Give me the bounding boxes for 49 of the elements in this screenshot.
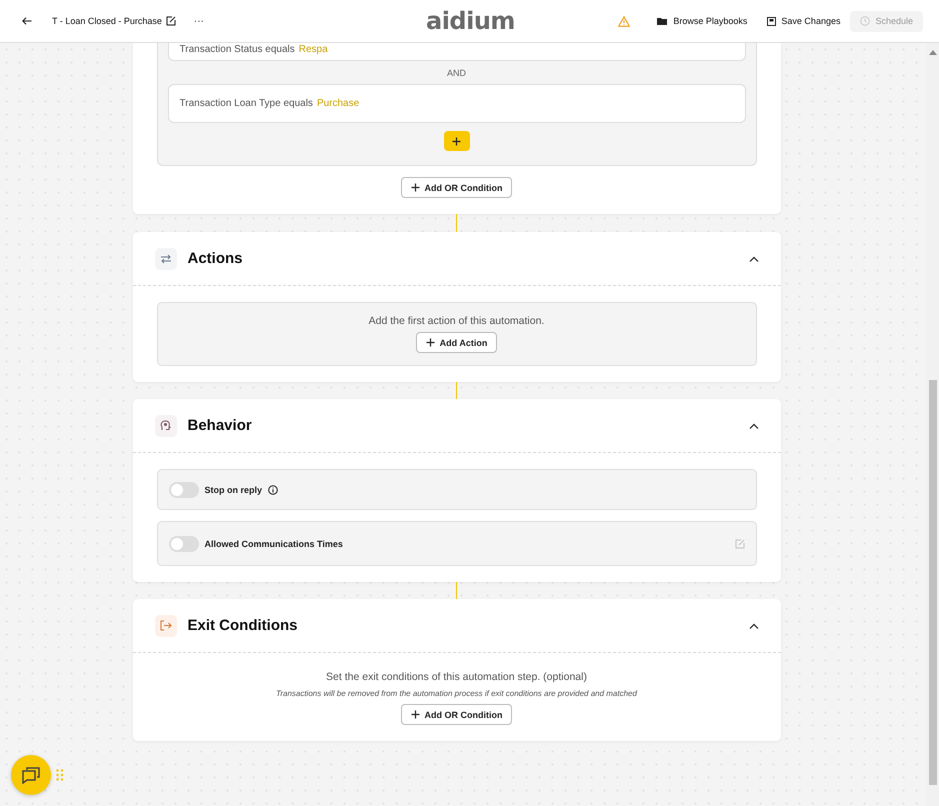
edit-icon[interactable] xyxy=(166,16,176,26)
logo: aidium xyxy=(426,7,515,35)
collapse-chevron-icon[interactable] xyxy=(748,422,758,428)
condition-value: Purchase xyxy=(316,98,360,109)
option-label: Allowed Communications Times xyxy=(204,538,343,548)
collapse-chevron-icon[interactable] xyxy=(748,622,758,628)
plus-icon xyxy=(452,136,461,146)
chat-button[interactable] xyxy=(11,755,51,795)
option-label: Stop on reply xyxy=(204,484,262,494)
add-or-condition-button[interactable]: Add OR Condition xyxy=(400,704,512,725)
scroll-up-icon[interactable] xyxy=(928,49,936,55)
condition-row[interactable]: Transaction Loan Type equals Purchase xyxy=(168,84,746,123)
empty-actions-message: Add the first action of this automation. xyxy=(368,315,544,327)
head-icon xyxy=(160,420,171,431)
exit-conditions-note: Transactions will be removed from the automation process if exit conditions are provided and matched xyxy=(276,689,637,698)
automation-title: T - Loan Closed - Purchase xyxy=(52,16,162,26)
plus-icon xyxy=(410,183,420,192)
back-arrow-icon[interactable] xyxy=(22,17,32,25)
condition-text: Transaction Status equals xyxy=(180,44,295,55)
exit-conditions-message: Set the exit conditions of this automation step. (optional) xyxy=(326,671,587,683)
shuffle-icon xyxy=(160,254,172,264)
section-title: Actions xyxy=(188,250,244,267)
browse-playbooks-button[interactable]: Browse Playbooks xyxy=(647,10,758,32)
info-icon[interactable] xyxy=(268,484,278,494)
section-title: Exit Conditions xyxy=(188,617,298,634)
more-menu[interactable]: ··· xyxy=(194,16,204,26)
drag-handle-icon[interactable] xyxy=(56,769,64,781)
add-action-button[interactable]: Add Action xyxy=(416,332,498,353)
section-header[interactable]: Behavior xyxy=(132,399,780,453)
add-or-condition-button[interactable]: Add OR Condition xyxy=(400,177,512,198)
save-icon xyxy=(767,16,776,26)
condition-value: Respa xyxy=(298,44,328,55)
condition-text: Transaction Loan Type equals xyxy=(180,98,313,109)
clock-icon xyxy=(860,16,870,26)
section-title: Behavior xyxy=(188,417,253,434)
collapse-chevron-icon[interactable] xyxy=(748,256,758,262)
add-and-condition-button[interactable] xyxy=(444,131,470,151)
folder-icon xyxy=(657,16,668,26)
section-header[interactable]: Exit Conditions xyxy=(132,599,780,653)
section-header[interactable]: Actions xyxy=(132,232,780,286)
and-label: AND xyxy=(446,68,466,78)
save-changes-button[interactable]: Save Changes xyxy=(757,10,850,32)
chat-icon xyxy=(22,766,40,784)
condition-row[interactable]: Transaction Status equals Respa xyxy=(168,43,746,61)
toggle-switch[interactable] xyxy=(168,482,198,498)
plus-icon xyxy=(410,710,420,719)
toggle-switch[interactable] xyxy=(168,536,198,552)
plus-icon xyxy=(426,338,435,347)
exit-icon xyxy=(160,620,172,631)
